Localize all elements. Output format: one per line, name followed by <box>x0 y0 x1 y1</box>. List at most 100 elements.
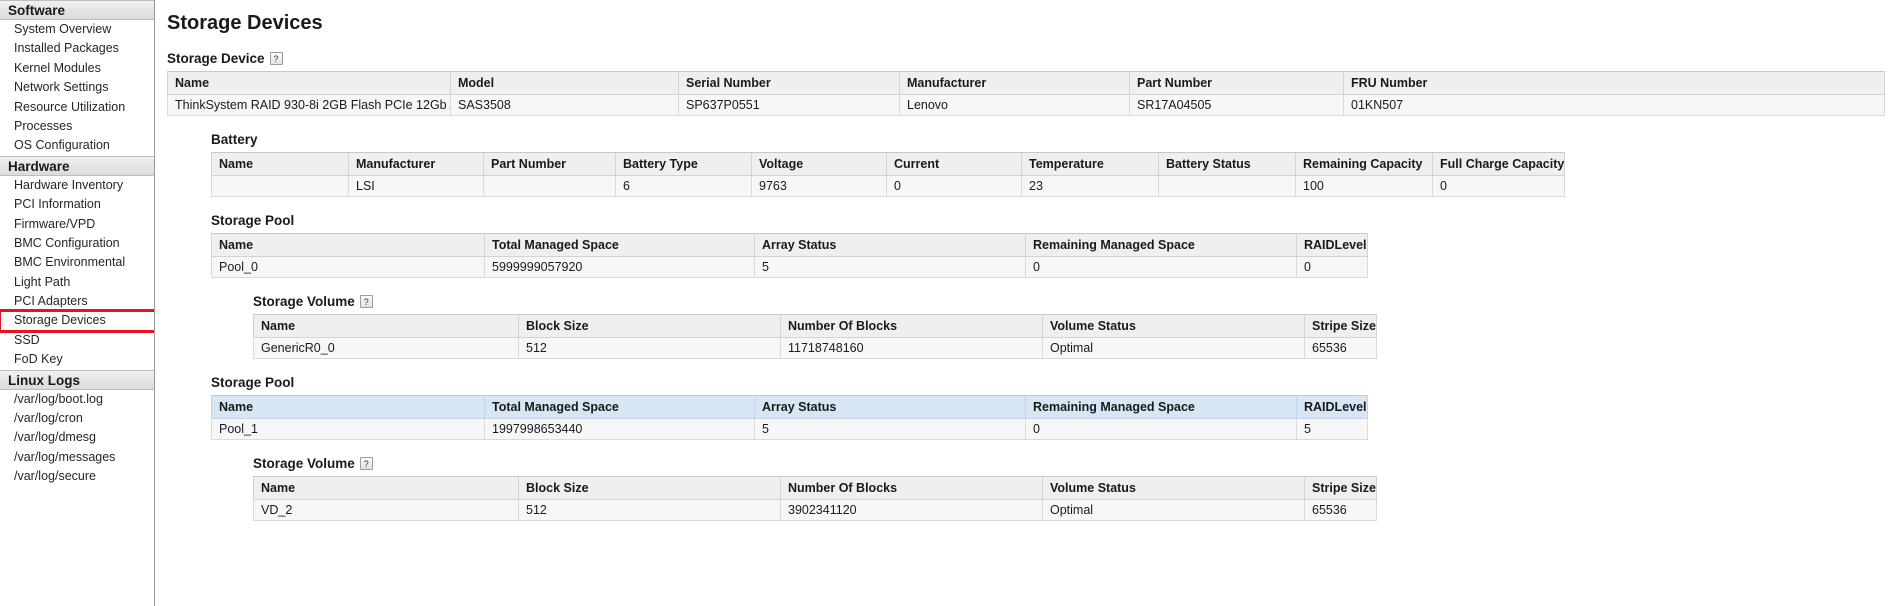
help-icon[interactable]: ? <box>269 52 283 65</box>
table-cell: Pool_0 <box>211 256 485 278</box>
table-row[interactable]: Pool_0 5999999057920 5 0 0 <box>211 256 1368 278</box>
table-cell: 0 <box>1296 256 1368 278</box>
section-storage-volume-2: Storage Volume ? Name Block Size Number Of… <box>253 456 1885 521</box>
sidebar-item-installed-packages[interactable]: Installed Packages <box>0 39 154 58</box>
table-row[interactable]: Pool_1 1997998653440 5 0 5 <box>211 418 1368 440</box>
section-storage-device: Storage Device ? Name Model Serial Number M… <box>167 51 1885 116</box>
section-battery: Battery Name Manufacturer Part Number Batte… <box>211 132 1885 197</box>
sidebar-item-light-path[interactable]: Light Path <box>0 273 154 292</box>
sidebar-item-var-log-cron[interactable]: /var/log/cron <box>0 409 154 428</box>
column-header[interactable]: Current <box>886 152 1022 176</box>
sidebar-item-resource-utilization[interactable]: Resource Utilization <box>0 98 154 117</box>
table-row[interactable]: ThinkSystem RAID 930-8i 2GB Flash PCIe 1… <box>167 94 1885 116</box>
table-row[interactable]: VD_2 512 3902341120 Optimal 65536 <box>253 499 1377 521</box>
table-row[interactable]: LSI 6 9763 0 23 100 0 <box>211 175 1566 197</box>
column-header[interactable]: Battery Status <box>1158 152 1296 176</box>
column-header[interactable]: Serial Number <box>678 71 900 95</box>
sidebar-item-system-overview[interactable]: System Overview <box>0 20 154 39</box>
sidebar-section-linux-logs: Linux Logs <box>0 369 154 390</box>
column-header[interactable]: FRU Number <box>1343 71 1885 95</box>
column-header[interactable]: Name <box>211 152 349 176</box>
column-header[interactable]: Name <box>253 476 519 500</box>
table-cell: 0 <box>1025 256 1297 278</box>
table-header-row: Name Total Managed Space Array Status Remai… <box>211 233 1368 257</box>
column-header[interactable]: Name <box>253 314 519 338</box>
sidebar-item-fod-key[interactable]: FoD Key <box>0 350 154 369</box>
section-storage-pool-2: Storage Pool Name Total Managed Space Arra… <box>211 375 1885 440</box>
help-icon[interactable]: ? <box>359 457 373 470</box>
sidebar-item-pci-adapters[interactable]: PCI Adapters <box>0 292 154 311</box>
table-header-row: Name Model Serial Number Manufacturer Part N… <box>167 71 1885 95</box>
sidebar-item-processes[interactable]: Processes <box>0 117 154 136</box>
table-cell: 1997998653440 <box>484 418 755 440</box>
sidebar-item-var-log-secure[interactable]: /var/log/secure <box>0 467 154 486</box>
column-header[interactable]: Temperature <box>1021 152 1159 176</box>
section-label: Storage Volume <box>253 294 355 309</box>
column-header[interactable]: RAIDLevel <box>1296 395 1368 419</box>
column-header[interactable]: Number Of Blocks <box>780 476 1043 500</box>
app-root: Software System Overview Installed Package… <box>0 0 1893 606</box>
column-header[interactable]: Total Managed Space <box>484 395 755 419</box>
sidebar-item-kernel-modules[interactable]: Kernel Modules <box>0 59 154 78</box>
sidebar-item-bmc-environmental[interactable]: BMC Environmental <box>0 253 154 272</box>
column-header[interactable]: Model <box>450 71 679 95</box>
column-header[interactable]: Battery Type <box>615 152 752 176</box>
table-cell: 3902341120 <box>780 499 1043 521</box>
column-header[interactable]: Array Status <box>754 233 1026 257</box>
column-header[interactable]: Voltage <box>751 152 887 176</box>
table-battery: Name Manufacturer Part Number Battery Type V… <box>211 152 1566 197</box>
column-header[interactable]: Name <box>167 71 451 95</box>
help-icon[interactable]: ? <box>359 295 373 308</box>
column-header[interactable]: Remaining Capacity <box>1295 152 1433 176</box>
table-cell: VD_2 <box>253 499 519 521</box>
column-header[interactable]: Total Managed Space <box>484 233 755 257</box>
sidebar-item-var-log-messages[interactable]: /var/log/messages <box>0 448 154 467</box>
column-header[interactable]: Full Charge Capacity <box>1431 152 1566 176</box>
column-header[interactable]: Manufacturer <box>348 152 484 176</box>
table-cell: 9763 <box>751 175 887 197</box>
column-header[interactable]: Stripe Size <box>1304 314 1377 338</box>
sidebar-item-var-log-dmesg[interactable]: /var/log/dmesg <box>0 428 154 447</box>
column-header[interactable]: Stripe Size <box>1304 476 1377 500</box>
column-header[interactable]: Remaining Managed Space <box>1025 395 1297 419</box>
section-storage-pool-1: Storage Pool Name Total Managed Space Arra… <box>211 213 1885 278</box>
column-header[interactable]: Volume Status <box>1042 314 1305 338</box>
column-header[interactable]: Block Size <box>518 314 781 338</box>
sidebar-item-pci-information[interactable]: PCI Information <box>0 195 154 214</box>
table-header-row: Name Block Size Number Of Blocks Volume Sta… <box>253 476 1377 500</box>
sidebar-item-hardware-inventory[interactable]: Hardware Inventory <box>0 176 154 195</box>
column-header[interactable]: Remaining Managed Space <box>1025 233 1297 257</box>
table-cell: 512 <box>518 337 781 359</box>
table-cell: LSI <box>348 175 484 197</box>
table-header-row: Name Block Size Number Of Blocks Volume Sta… <box>253 314 1377 338</box>
sidebar-item-os-configuration[interactable]: OS Configuration <box>0 136 154 155</box>
column-header[interactable]: Block Size <box>518 476 781 500</box>
section-label: Battery <box>211 132 258 147</box>
column-header[interactable]: RAIDLevel <box>1296 233 1368 257</box>
column-header[interactable]: Name <box>211 395 485 419</box>
column-header[interactable]: Array Status <box>754 395 1026 419</box>
table-cell: 5 <box>1296 418 1368 440</box>
section-storage-volume-1: Storage Volume ? Name Block Size Number Of… <box>253 294 1885 359</box>
table-header-row: Name Manufacturer Part Number Battery Type V… <box>211 152 1566 176</box>
column-header[interactable]: Volume Status <box>1042 476 1305 500</box>
section-title-storage-pool-1: Storage Pool <box>211 213 1885 228</box>
sidebar-item-bmc-configuration[interactable]: BMC Configuration <box>0 234 154 253</box>
column-header[interactable]: Number Of Blocks <box>780 314 1043 338</box>
table-cell: 100 <box>1295 175 1433 197</box>
table-row[interactable]: GenericR0_0 512 11718748160 Optimal 65536 <box>253 337 1377 359</box>
sidebar-item-storage-devices[interactable]: Storage Devices <box>0 309 154 333</box>
table-cell: 01KN507 <box>1343 94 1885 116</box>
page-title: Storage Devices <box>167 12 323 34</box>
table-cell <box>1158 175 1296 197</box>
column-header[interactable]: Manufacturer <box>899 71 1130 95</box>
sidebar-item-ssd[interactable]: SSD <box>0 331 154 350</box>
sidebar-item-var-log-boot-log[interactable]: /var/log/boot.log <box>0 390 154 409</box>
column-header[interactable]: Part Number <box>483 152 616 176</box>
column-header[interactable]: Part Number <box>1129 71 1344 95</box>
column-header[interactable]: Name <box>211 233 485 257</box>
section-label: Storage Volume <box>253 456 355 471</box>
table-cell: 5 <box>754 418 1026 440</box>
sidebar-item-firmware-vpd[interactable]: Firmware/VPD <box>0 215 154 234</box>
sidebar-item-network-settings[interactable]: Network Settings <box>0 78 154 97</box>
